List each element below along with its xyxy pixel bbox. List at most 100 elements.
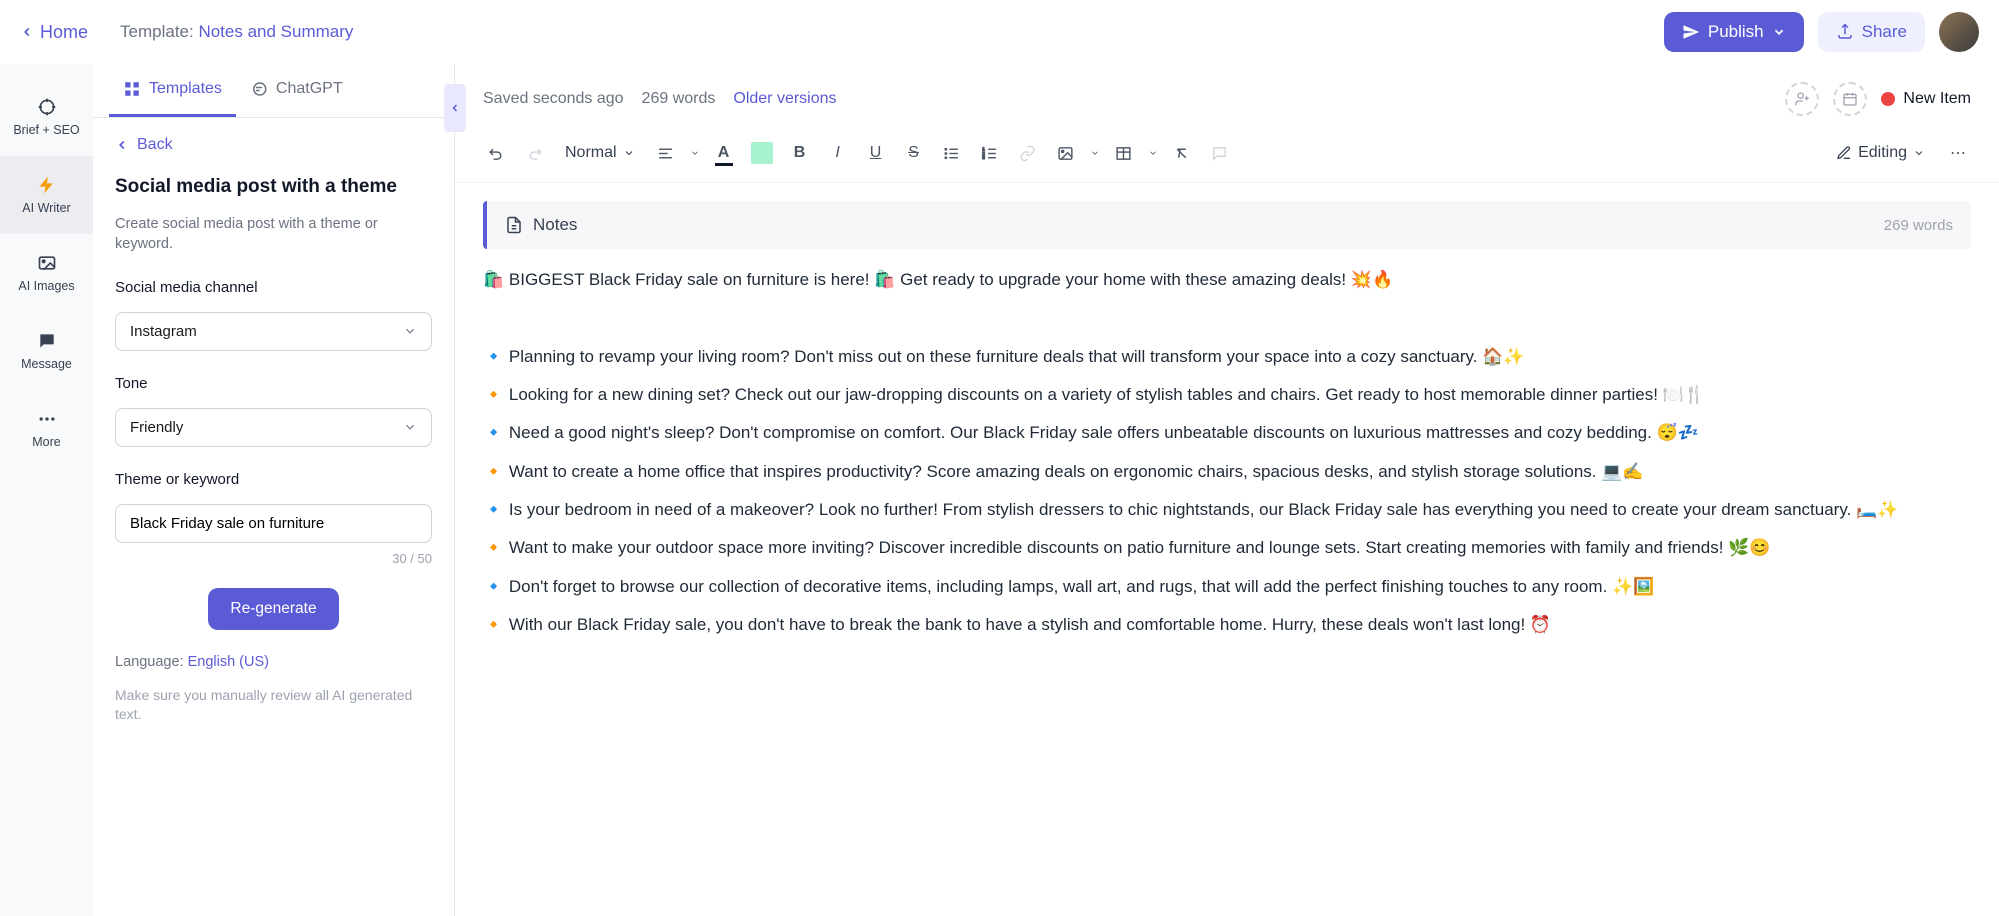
chevron-down-icon xyxy=(1148,148,1158,158)
add-user-button[interactable] xyxy=(1785,82,1819,116)
chevron-left-icon xyxy=(20,25,34,39)
text-color-button[interactable]: A xyxy=(707,136,741,170)
sidebar-panel: Templates ChatGPT Back Social media post… xyxy=(93,64,455,916)
link-icon xyxy=(1019,145,1036,162)
chevron-down-icon xyxy=(623,147,635,159)
upload-icon xyxy=(1836,23,1854,41)
rail-ai-writer[interactable]: AI Writer xyxy=(0,156,93,234)
panel-title: Social media post with a theme xyxy=(115,176,432,198)
link-button[interactable] xyxy=(1011,136,1045,170)
collapse-sidebar-button[interactable] xyxy=(444,84,466,132)
theme-label: Theme or keyword xyxy=(115,471,432,488)
clear-format-button[interactable] xyxy=(1165,136,1199,170)
rail-message[interactable]: Message xyxy=(0,312,93,390)
channel-value: Instagram xyxy=(130,323,197,340)
highlight-button[interactable] xyxy=(745,136,779,170)
publish-button[interactable]: Publish xyxy=(1664,12,1804,52)
table-dropdown[interactable] xyxy=(1145,136,1161,170)
italic-button[interactable]: I xyxy=(821,136,855,170)
document-body[interactable]: Notes 269 words 🛍️ BIGGEST Black Friday … xyxy=(455,183,1999,916)
chat-icon xyxy=(37,331,57,351)
content-line: 🔹 Need a good night's sleep? Don't compr… xyxy=(483,420,1971,446)
content-line: 🔹 Don't forget to browse our collection … xyxy=(483,574,1971,600)
chevron-down-icon xyxy=(403,420,417,434)
content-line: 🔹 Planning to revamp your living room? D… xyxy=(483,344,1971,370)
tone-value: Friendly xyxy=(130,419,183,436)
strikethrough-button[interactable]: S xyxy=(897,136,931,170)
share-button[interactable]: Share xyxy=(1818,12,1925,52)
left-rail: Brief + SEO AI Writer AI Images Message … xyxy=(0,64,93,916)
rail-ai-images[interactable]: AI Images xyxy=(0,234,93,312)
rail-brief-label: Brief + SEO xyxy=(13,123,79,137)
word-count: 269 words xyxy=(642,90,716,108)
content-line: 🔸 Looking for a new dining set? Check ou… xyxy=(483,382,1971,408)
channel-select[interactable]: Instagram xyxy=(115,312,432,351)
list-number-icon: 123 xyxy=(981,145,998,162)
table-button[interactable] xyxy=(1107,136,1141,170)
pencil-icon xyxy=(1836,145,1852,161)
bullet-list-button[interactable] xyxy=(935,136,969,170)
add-date-button[interactable] xyxy=(1833,82,1867,116)
image-button[interactable] xyxy=(1049,136,1083,170)
tab-chatgpt[interactable]: ChatGPT xyxy=(236,64,357,117)
comment-button[interactable] xyxy=(1203,136,1237,170)
redo-icon xyxy=(526,145,543,162)
back-label: Back xyxy=(137,136,173,154)
tone-select[interactable]: Friendly xyxy=(115,408,432,447)
redo-button[interactable] xyxy=(517,136,551,170)
bold-button[interactable]: B xyxy=(783,136,817,170)
template-breadcrumb: Template: Notes and Summary xyxy=(120,22,353,42)
template-name[interactable]: Notes and Summary xyxy=(198,22,353,41)
editor-area: Saved seconds ago 269 words Older versio… xyxy=(455,64,1999,916)
tab-chatgpt-label: ChatGPT xyxy=(276,80,343,98)
chevron-down-icon xyxy=(1090,148,1100,158)
disclaimer-text: Make sure you manually review all AI gen… xyxy=(115,686,432,725)
language-line: Language: English (US) xyxy=(115,654,432,670)
chat-bubbles-icon xyxy=(250,80,268,98)
align-button[interactable] xyxy=(649,136,683,170)
underline-button[interactable]: U xyxy=(859,136,893,170)
paragraph-style-select[interactable]: Normal xyxy=(555,138,645,168)
editing-mode-select[interactable]: Editing xyxy=(1826,138,1935,168)
align-left-icon xyxy=(657,145,674,162)
home-link[interactable]: Home xyxy=(20,22,88,43)
more-toolbar-button[interactable]: ⋯ xyxy=(1941,136,1975,170)
tone-label: Tone xyxy=(115,375,432,392)
undo-button[interactable] xyxy=(479,136,513,170)
list-bullet-icon xyxy=(943,145,960,162)
editor-toolbar: Normal A B I U S 123 xyxy=(455,128,1999,183)
chevron-down-icon xyxy=(403,324,417,338)
content-line: 🔸 Want to create a home office that insp… xyxy=(483,459,1971,485)
status-new-item[interactable]: New Item xyxy=(1881,90,1971,108)
publish-label: Publish xyxy=(1708,22,1764,42)
status-dot-icon xyxy=(1881,92,1895,106)
saved-status: Saved seconds ago xyxy=(483,90,624,108)
tab-templates[interactable]: Templates xyxy=(109,64,236,117)
notes-block-header: Notes 269 words xyxy=(483,201,1971,249)
table-icon xyxy=(1115,145,1132,162)
notes-word-count: 269 words xyxy=(1884,217,1953,234)
language-value[interactable]: English (US) xyxy=(188,654,269,670)
channel-label: Social media channel xyxy=(115,279,432,296)
regenerate-button[interactable]: Re-generate xyxy=(208,588,338,630)
theme-input[interactable] xyxy=(115,504,432,543)
panel-description: Create social media post with a theme or… xyxy=(115,214,432,255)
chevron-left-icon xyxy=(115,138,129,152)
numbered-list-button[interactable]: 123 xyxy=(973,136,1007,170)
rail-more[interactable]: More xyxy=(0,390,93,468)
top-header: Home Template: Notes and Summary Publish… xyxy=(0,0,1999,64)
highlight-icon xyxy=(751,142,773,164)
tab-templates-label: Templates xyxy=(149,80,222,98)
bolt-icon xyxy=(37,175,57,195)
avatar[interactable] xyxy=(1939,12,1979,52)
content-text[interactable]: 🛍️ BIGGEST Black Friday sale on furnitur… xyxy=(483,267,1971,638)
image-dropdown[interactable] xyxy=(1087,136,1103,170)
rail-brief-seo[interactable]: Brief + SEO xyxy=(0,78,93,156)
user-plus-icon xyxy=(1794,91,1810,107)
back-link[interactable]: Back xyxy=(115,136,432,154)
rail-images-label: AI Images xyxy=(18,279,74,293)
align-dropdown[interactable] xyxy=(687,136,703,170)
content-line: 🛍️ BIGGEST Black Friday sale on furnitur… xyxy=(483,267,1971,293)
older-versions-link[interactable]: Older versions xyxy=(733,90,836,108)
rail-message-label: Message xyxy=(21,357,72,371)
